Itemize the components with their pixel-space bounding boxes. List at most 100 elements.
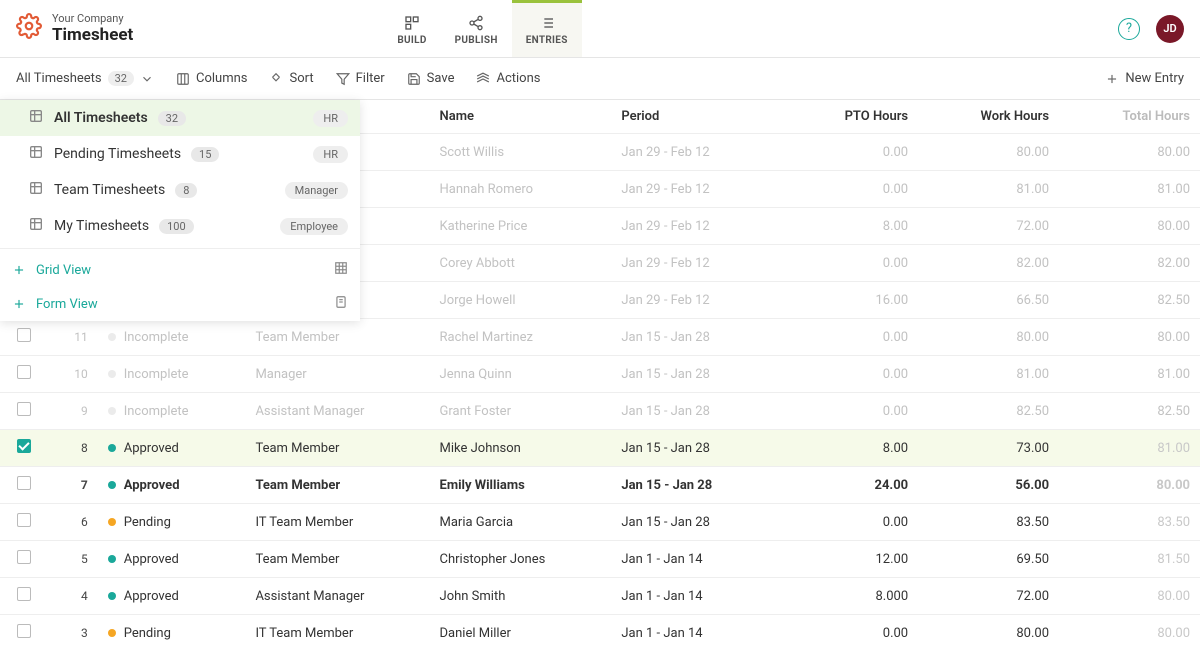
view-label: Team Timesheets bbox=[54, 182, 165, 198]
avatar[interactable]: JD bbox=[1156, 15, 1184, 43]
view-item[interactable]: All Timesheets 32 HR bbox=[0, 100, 360, 136]
status-dot-icon bbox=[108, 518, 116, 526]
row-role: Assistant Manager bbox=[245, 578, 429, 615]
row-checkbox[interactable] bbox=[17, 476, 31, 490]
col-header-pto[interactable]: PTO Hours bbox=[795, 100, 918, 134]
row-checkbox[interactable] bbox=[17, 624, 31, 638]
row-pto: 0.00 bbox=[795, 504, 918, 541]
col-header-total[interactable]: Total Hours bbox=[1059, 100, 1200, 134]
view-role: HR bbox=[313, 146, 348, 163]
table-row[interactable]: 8 Approved Team Member Mike Johnson Jan … bbox=[0, 430, 1200, 467]
row-number: 9 bbox=[48, 393, 98, 430]
filter-button[interactable]: Filter bbox=[336, 71, 385, 86]
list-icon bbox=[28, 144, 44, 164]
row-work: 69.50 bbox=[918, 541, 1059, 578]
row-work: 80.00 bbox=[918, 319, 1059, 356]
row-period: Jan 29 - Feb 12 bbox=[611, 134, 795, 171]
row-checkbox[interactable] bbox=[17, 587, 31, 601]
new-entry-button[interactable]: New Entry bbox=[1105, 71, 1184, 86]
form-icon bbox=[334, 295, 348, 313]
status-dot-icon bbox=[108, 444, 116, 452]
table-row[interactable]: 5 Approved Team Member Christopher Jones… bbox=[0, 541, 1200, 578]
sort-button[interactable]: Sort bbox=[269, 71, 313, 86]
row-total: 80.00 bbox=[1059, 319, 1200, 356]
row-checkbox[interactable] bbox=[17, 402, 31, 416]
row-total: 82.50 bbox=[1059, 393, 1200, 430]
row-checkbox[interactable] bbox=[17, 365, 31, 379]
row-role: IT Team Member bbox=[245, 504, 429, 541]
col-header-work[interactable]: Work Hours bbox=[918, 100, 1059, 134]
row-total: 80.00 bbox=[1059, 615, 1200, 650]
row-work: 82.00 bbox=[918, 245, 1059, 282]
row-work: 66.50 bbox=[918, 282, 1059, 319]
row-period: Jan 15 - Jan 28 bbox=[611, 467, 795, 504]
table-row[interactable]: 6 Pending IT Team Member Maria Garcia Ja… bbox=[0, 504, 1200, 541]
row-pto: 0.00 bbox=[795, 393, 918, 430]
row-status: Incomplete bbox=[98, 356, 246, 393]
view-item[interactable]: My Timesheets 100 Employee bbox=[0, 208, 360, 244]
tab-entries[interactable]: ENTRIES bbox=[512, 0, 582, 57]
table-row[interactable]: 3 Pending IT Team Member Daniel Miller J… bbox=[0, 615, 1200, 650]
row-pto: 0.00 bbox=[795, 245, 918, 282]
view-selector[interactable]: All Timesheets 32 bbox=[16, 71, 154, 86]
actions-label: Actions bbox=[496, 71, 540, 86]
table-row[interactable]: 4 Approved Assistant Manager John Smith … bbox=[0, 578, 1200, 615]
row-status: Pending bbox=[98, 504, 246, 541]
list-icon bbox=[28, 180, 44, 200]
table-row[interactable]: 11 Incomplete Team Member Rachel Martine… bbox=[0, 319, 1200, 356]
brand[interactable]: Your Company Timesheet bbox=[16, 12, 133, 46]
col-header-name[interactable]: Name bbox=[430, 100, 612, 134]
row-work: 72.00 bbox=[918, 578, 1059, 615]
row-number: 3 bbox=[48, 615, 98, 650]
row-name: Rachel Martinez bbox=[430, 319, 612, 356]
sort-label: Sort bbox=[289, 71, 313, 86]
table-row[interactable]: 7 Approved Team Member Emily Williams Ja… bbox=[0, 467, 1200, 504]
table-row[interactable]: 9 Incomplete Assistant Manager Grant Fos… bbox=[0, 393, 1200, 430]
col-header-period[interactable]: Period bbox=[611, 100, 795, 134]
row-number: 8 bbox=[48, 430, 98, 467]
table-row[interactable]: 10 Incomplete Manager Jenna Quinn Jan 15… bbox=[0, 356, 1200, 393]
app-title: Timesheet bbox=[52, 25, 133, 45]
row-total: 81.00 bbox=[1059, 430, 1200, 467]
row-status: Incomplete bbox=[98, 393, 246, 430]
save-button[interactable]: Save bbox=[407, 71, 455, 86]
view-item[interactable]: Team Timesheets 8 Manager bbox=[0, 172, 360, 208]
add-grid-view[interactable]: Grid View bbox=[0, 253, 360, 287]
row-role: IT Team Member bbox=[245, 615, 429, 650]
list-icon bbox=[28, 108, 44, 128]
save-label: Save bbox=[427, 71, 455, 86]
row-pto: 0.00 bbox=[795, 356, 918, 393]
row-work: 73.00 bbox=[918, 430, 1059, 467]
view-role: Employee bbox=[280, 218, 348, 235]
row-number: 7 bbox=[48, 467, 98, 504]
row-checkbox[interactable] bbox=[17, 328, 31, 342]
row-name: Mike Johnson bbox=[430, 430, 612, 467]
row-pto: 0.00 bbox=[795, 171, 918, 208]
top-header: Your Company Timesheet BUILD PUBLISH ENT… bbox=[0, 0, 1200, 58]
row-period: Jan 1 - Jan 14 bbox=[611, 541, 795, 578]
columns-label: Columns bbox=[196, 71, 248, 86]
row-name: John Smith bbox=[430, 578, 612, 615]
drag-handle-icon[interactable] bbox=[12, 224, 18, 228]
row-name: Scott Willis bbox=[430, 134, 612, 171]
actions-button[interactable]: Actions bbox=[476, 71, 540, 86]
drag-handle-icon[interactable] bbox=[12, 188, 18, 192]
row-work: 83.50 bbox=[918, 504, 1059, 541]
columns-button[interactable]: Columns bbox=[176, 71, 248, 86]
new-entry-label: New Entry bbox=[1125, 71, 1184, 86]
drag-handle-icon[interactable] bbox=[12, 152, 18, 156]
row-checkbox[interactable] bbox=[17, 439, 31, 453]
row-checkbox[interactable] bbox=[17, 513, 31, 527]
help-icon[interactable]: ? bbox=[1118, 18, 1140, 40]
view-item[interactable]: Pending Timesheets 15 HR bbox=[0, 136, 360, 172]
drag-handle-icon[interactable] bbox=[12, 116, 18, 120]
list-icon bbox=[28, 216, 44, 236]
row-status: Incomplete bbox=[98, 319, 246, 356]
tab-publish[interactable]: PUBLISH bbox=[441, 0, 512, 57]
row-checkbox[interactable] bbox=[17, 550, 31, 564]
tab-build[interactable]: BUILD bbox=[383, 0, 440, 57]
row-period: Jan 15 - Jan 28 bbox=[611, 319, 795, 356]
status-dot-icon bbox=[108, 592, 116, 600]
status-dot-icon bbox=[108, 370, 116, 378]
add-form-view[interactable]: Form View bbox=[0, 287, 360, 321]
